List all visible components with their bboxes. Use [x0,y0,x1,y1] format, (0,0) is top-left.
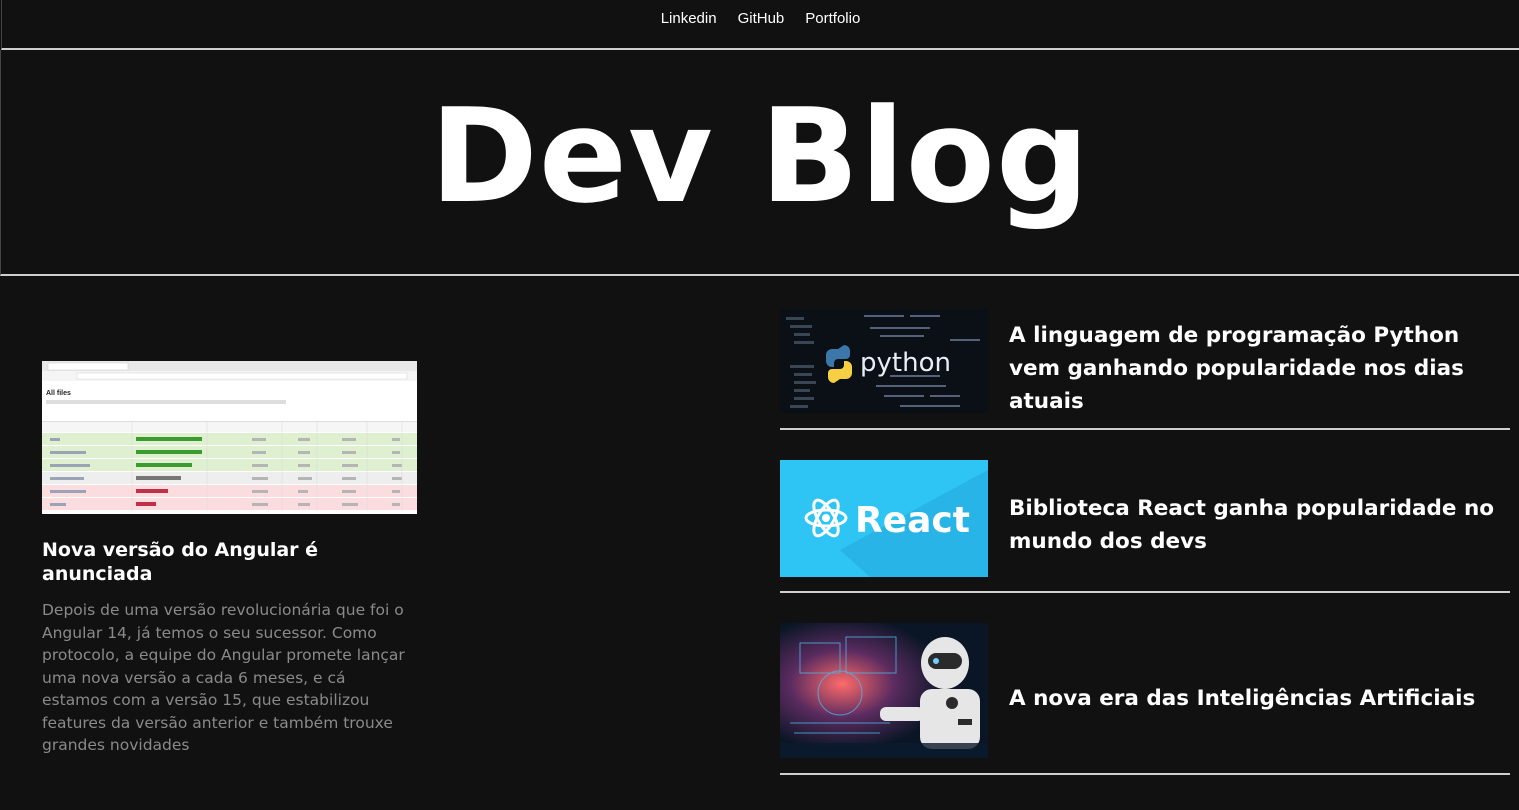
react-thumb-label: React [855,500,970,541]
featured-post-excerpt: Depois de uma versão revolucionária que … [42,601,405,754]
site-title: Dev Blog [429,80,1091,232]
nav-link-linkedin[interactable]: Linkedin [661,9,717,29]
coverage-report-screenshot: All files [42,361,417,514]
post-title-react[interactable]: Biblioteca React ganha popularidade no m… [1009,492,1510,558]
post-item-ai[interactable]: A nova era das Inteligências Artificiais [780,623,1510,775]
post-title-python[interactable]: A linguagem de programação Python vem ga… [1009,319,1510,418]
react-thumbnail-image: React [780,459,988,577]
featured-post[interactable]: All files Nova versão do Angular é anunc… [42,361,422,757]
post-item-python[interactable]: python A linguagem de programação Python… [780,308,1510,430]
nav-link-portfolio[interactable]: Portfolio [805,9,860,29]
post-thumbnail-ai[interactable] [780,623,988,758]
post-title-ai[interactable]: A nova era das Inteligências Artificiais [1009,682,1475,715]
python-thumb-label: python [860,348,951,378]
featured-post-image[interactable]: All files [42,361,417,514]
top-nav: Linkedin GitHub Portfolio [1,0,1519,50]
post-thumbnail-react[interactable]: React [780,459,988,577]
robot-image [780,623,988,758]
python-thumbnail-image: python [780,309,988,413]
post-thumbnail-python[interactable]: python [780,309,988,413]
post-item-react[interactable]: React Biblioteca React ganha popularidad… [780,459,1510,593]
hero-header: Dev Blog [0,50,1519,276]
featured-post-title[interactable]: Nova versão do Angular é anunciada [42,538,422,586]
coverage-heading: All files [46,390,71,397]
nav-link-github[interactable]: GitHub [738,9,785,29]
main-content: All files Nova versão do Angular é anunc… [0,276,1519,808]
